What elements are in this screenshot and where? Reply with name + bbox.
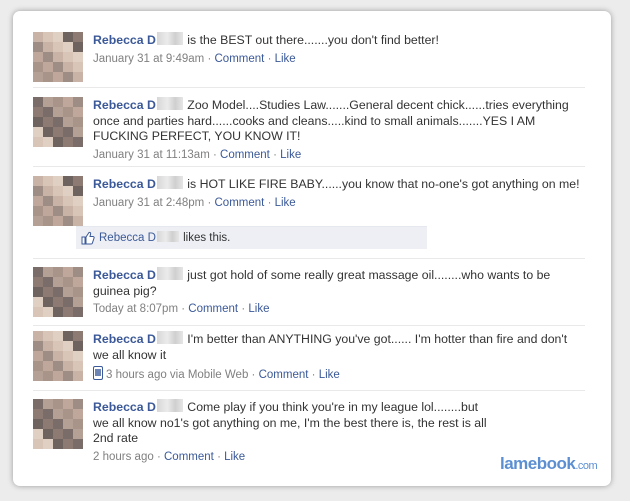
- redaction-blur: [156, 399, 183, 412]
- likes-box: Rebecca D likes this.: [76, 226, 427, 249]
- like-link[interactable]: Like: [275, 53, 296, 65]
- post-body: is HOT LIKE FIRE BABY......you know that…: [183, 177, 580, 191]
- like-link[interactable]: Like: [224, 451, 245, 463]
- redaction-blur: [156, 32, 183, 45]
- author-name[interactable]: Rebecca D: [93, 177, 156, 191]
- comment-link[interactable]: Comment: [215, 53, 265, 65]
- liker-name[interactable]: Rebecca D: [99, 232, 156, 244]
- author-name[interactable]: Rebecca D: [93, 332, 156, 346]
- status-post: Rebecca D just got hold of some really g…: [33, 258, 585, 326]
- post-text: Rebecca D I'm better than ANYTHING you'v…: [93, 331, 585, 363]
- status-post: Rebecca D is the BEST out there.......yo…: [33, 32, 585, 88]
- timestamp[interactable]: 2 hours ago: [93, 451, 154, 463]
- author-name[interactable]: Rebecca D: [93, 98, 156, 112]
- news-feed-card: Rebecca D is the BEST out there.......yo…: [13, 11, 611, 486]
- post-text: Rebecca D Come play if you think you're …: [93, 399, 495, 447]
- lamebook-watermark: lamebook.com: [500, 454, 598, 473]
- post-meta: 3 hours ago via Mobile Web · Comment · L…: [93, 366, 585, 383]
- author-name[interactable]: Rebecca D: [93, 268, 156, 282]
- redaction-blur: [156, 331, 183, 344]
- comment-link[interactable]: Comment: [220, 149, 270, 161]
- timestamp[interactable]: January 31 at 9:49am: [93, 53, 204, 65]
- status-post: Rebecca D Zoo Model....Studies Law......…: [33, 87, 585, 167]
- likes-text: likes this.: [179, 232, 231, 244]
- comment-link[interactable]: Comment: [215, 197, 265, 209]
- avatar[interactable]: [33, 97, 83, 147]
- redaction-blur: [156, 231, 179, 242]
- post-meta: 2 hours ago · Comment · Like: [93, 450, 246, 463]
- post-body: is the BEST out there.......you don't fi…: [183, 33, 439, 47]
- thumbs-up-icon: [81, 231, 95, 245]
- avatar[interactable]: [33, 331, 83, 381]
- redaction-blur: [156, 267, 183, 280]
- post-meta: January 31 at 9:49am · Comment · Like: [93, 52, 296, 65]
- timestamp[interactable]: Today at 8:07pm: [93, 303, 178, 315]
- avatar[interactable]: [33, 399, 83, 449]
- post-meta: Today at 8:07pm · Comment · Like: [93, 303, 270, 315]
- timestamp[interactable]: January 31 at 2:48pm: [93, 197, 204, 209]
- like-link[interactable]: Like: [275, 197, 296, 209]
- author-name[interactable]: Rebecca D: [93, 400, 156, 414]
- like-link[interactable]: Like: [248, 303, 269, 315]
- like-link[interactable]: Like: [319, 369, 340, 381]
- comment-link[interactable]: Comment: [188, 303, 238, 315]
- timestamp[interactable]: 3 hours ago via Mobile Web: [106, 369, 248, 381]
- post-text: Rebecca D is the BEST out there.......yo…: [93, 32, 585, 49]
- timestamp[interactable]: January 31 at 11:13am: [93, 149, 210, 161]
- redaction-blur: [156, 176, 183, 189]
- comment-link[interactable]: Comment: [259, 369, 309, 381]
- status-post: Rebecca D I'm better than ANYTHING you'v…: [33, 325, 585, 391]
- post-text: Rebecca D just got hold of some really g…: [93, 267, 585, 299]
- comment-link[interactable]: Comment: [164, 451, 214, 463]
- redaction-blur: [156, 97, 183, 110]
- avatar[interactable]: [33, 267, 83, 317]
- post-text: Rebecca D is HOT LIKE FIRE BABY......you…: [93, 176, 585, 193]
- post-text: Rebecca D Zoo Model....Studies Law......…: [93, 97, 585, 145]
- author-name[interactable]: Rebecca D: [93, 33, 156, 47]
- avatar[interactable]: [33, 176, 83, 226]
- avatar[interactable]: [33, 32, 83, 82]
- post-meta: January 31 at 11:13am · Comment · Like: [93, 148, 302, 161]
- mobile-phone-icon: [93, 366, 103, 380]
- like-link[interactable]: Like: [280, 149, 301, 161]
- post-meta: January 31 at 2:48pm · Comment · Like: [93, 196, 296, 209]
